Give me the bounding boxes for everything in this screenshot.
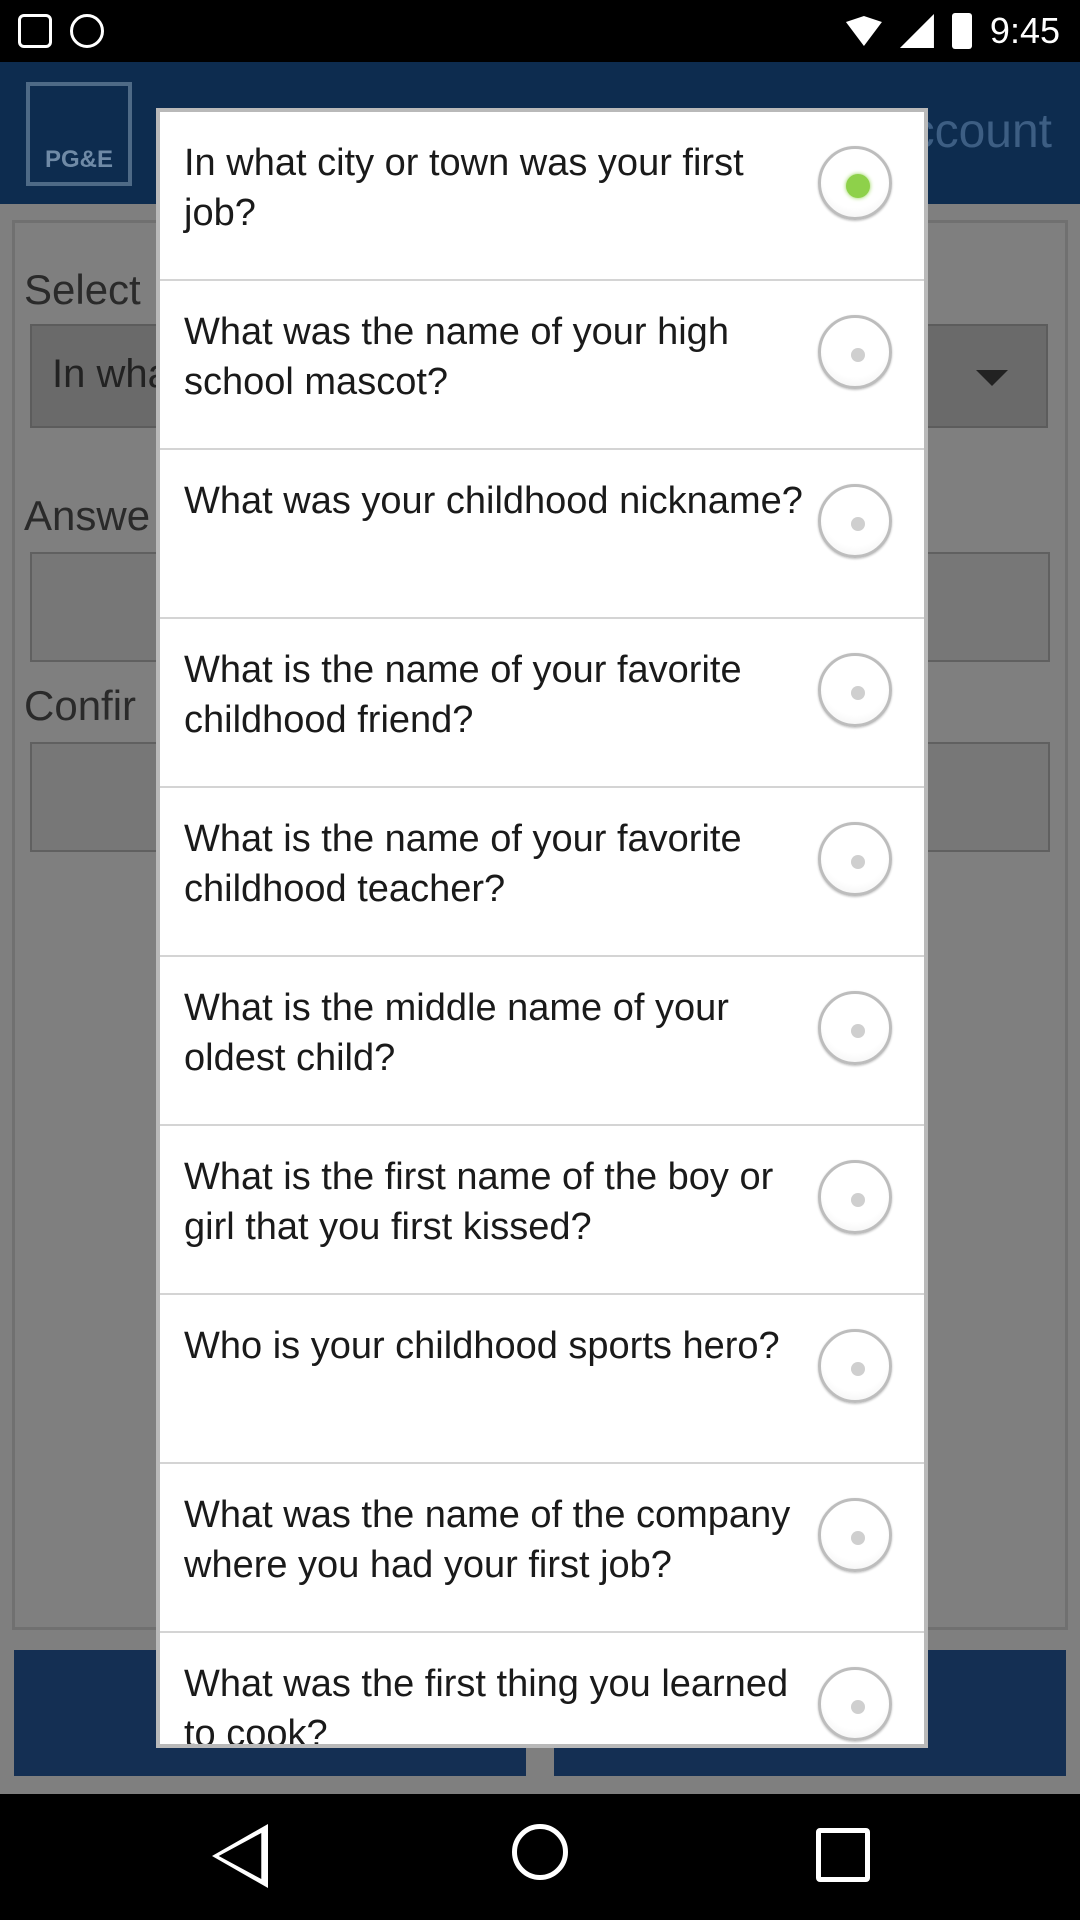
radio-dot-icon	[851, 348, 865, 362]
radio-button[interactable]	[818, 315, 892, 389]
radio-button[interactable]	[818, 1667, 892, 1741]
logo-text: PG&E	[44, 146, 113, 173]
cast-icon	[70, 14, 104, 48]
option-label: Who is your childhood sports hero?	[184, 1325, 780, 1367]
radio-dot-icon	[851, 517, 865, 531]
radio-button[interactable]	[818, 484, 892, 558]
header-title: ccount	[910, 105, 1052, 158]
back-icon[interactable]	[212, 1824, 268, 1888]
notification-icon	[18, 14, 52, 48]
pge-logo: PG&E	[26, 82, 132, 186]
battery-icon	[951, 13, 972, 49]
radio-dot-icon	[851, 1362, 865, 1376]
option-label: In what city or town was your first job?	[184, 142, 744, 234]
list-item[interactable]: What is the first name of the boy or gir…	[160, 1126, 924, 1295]
option-label: What is the middle name of your oldest c…	[184, 987, 729, 1079]
status-bar: 9:45	[0, 0, 1080, 62]
select-value: In wha	[52, 352, 170, 396]
signal-icon	[899, 14, 934, 48]
list-item[interactable]: What was the first thing you learned to …	[160, 1633, 924, 1748]
list-item[interactable]: Who is your childhood sports hero?	[160, 1295, 924, 1464]
status-notification-icons	[18, 14, 104, 48]
confirm-label: Confir	[24, 682, 137, 729]
option-label: What is the name of your favorite childh…	[184, 818, 742, 910]
list-item[interactable]: In what city or town was your first job?	[160, 112, 924, 281]
radio-dot-icon	[851, 686, 865, 700]
option-label: What was your childhood nickname?	[184, 480, 803, 522]
radio-button[interactable]	[818, 1498, 892, 1572]
recents-icon[interactable]	[816, 1828, 870, 1882]
status-time: 9:45	[989, 10, 1060, 51]
radio-button[interactable]	[818, 822, 892, 896]
wifi-icon	[845, 16, 882, 46]
list-item[interactable]: What was the name of the company where y…	[160, 1464, 924, 1633]
radio-dot-icon	[851, 1024, 865, 1038]
option-label: What was the name of your high school ma…	[184, 311, 729, 403]
option-label: What is the first name of the boy or gir…	[184, 1156, 774, 1248]
navigation-bar	[0, 1794, 1080, 1920]
select-question-label: Select	[24, 266, 141, 313]
radio-button[interactable]	[818, 653, 892, 727]
radio-button[interactable]	[818, 991, 892, 1065]
list-item[interactable]: What is the name of your favorite childh…	[160, 788, 924, 957]
radio-dot-icon	[851, 1531, 865, 1545]
option-label: What was the name of the company where y…	[184, 1494, 791, 1586]
home-icon[interactable]	[512, 1824, 568, 1880]
radio-dot-icon	[851, 1193, 865, 1207]
answer-label: Answe	[24, 492, 151, 539]
option-label: What was the first thing you learned to …	[184, 1663, 789, 1748]
radio-dot-icon	[851, 855, 865, 869]
status-right: 9:45	[845, 10, 1060, 52]
chevron-down-icon	[976, 370, 1008, 386]
radio-button[interactable]	[818, 1160, 892, 1234]
security-question-dialog: In what city or town was your first job?…	[156, 108, 928, 1748]
list-item[interactable]: What was your childhood nickname?	[160, 450, 924, 619]
list-item[interactable]: What was the name of your high school ma…	[160, 281, 924, 450]
option-label: What is the name of your favorite childh…	[184, 649, 742, 741]
list-item[interactable]: What is the name of your favorite childh…	[160, 619, 924, 788]
list-item[interactable]: What is the middle name of your oldest c…	[160, 957, 924, 1126]
radio-button[interactable]	[818, 146, 892, 220]
radio-dot-icon	[851, 1700, 865, 1714]
radio-dot-icon	[846, 174, 870, 198]
radio-button[interactable]	[818, 1329, 892, 1403]
